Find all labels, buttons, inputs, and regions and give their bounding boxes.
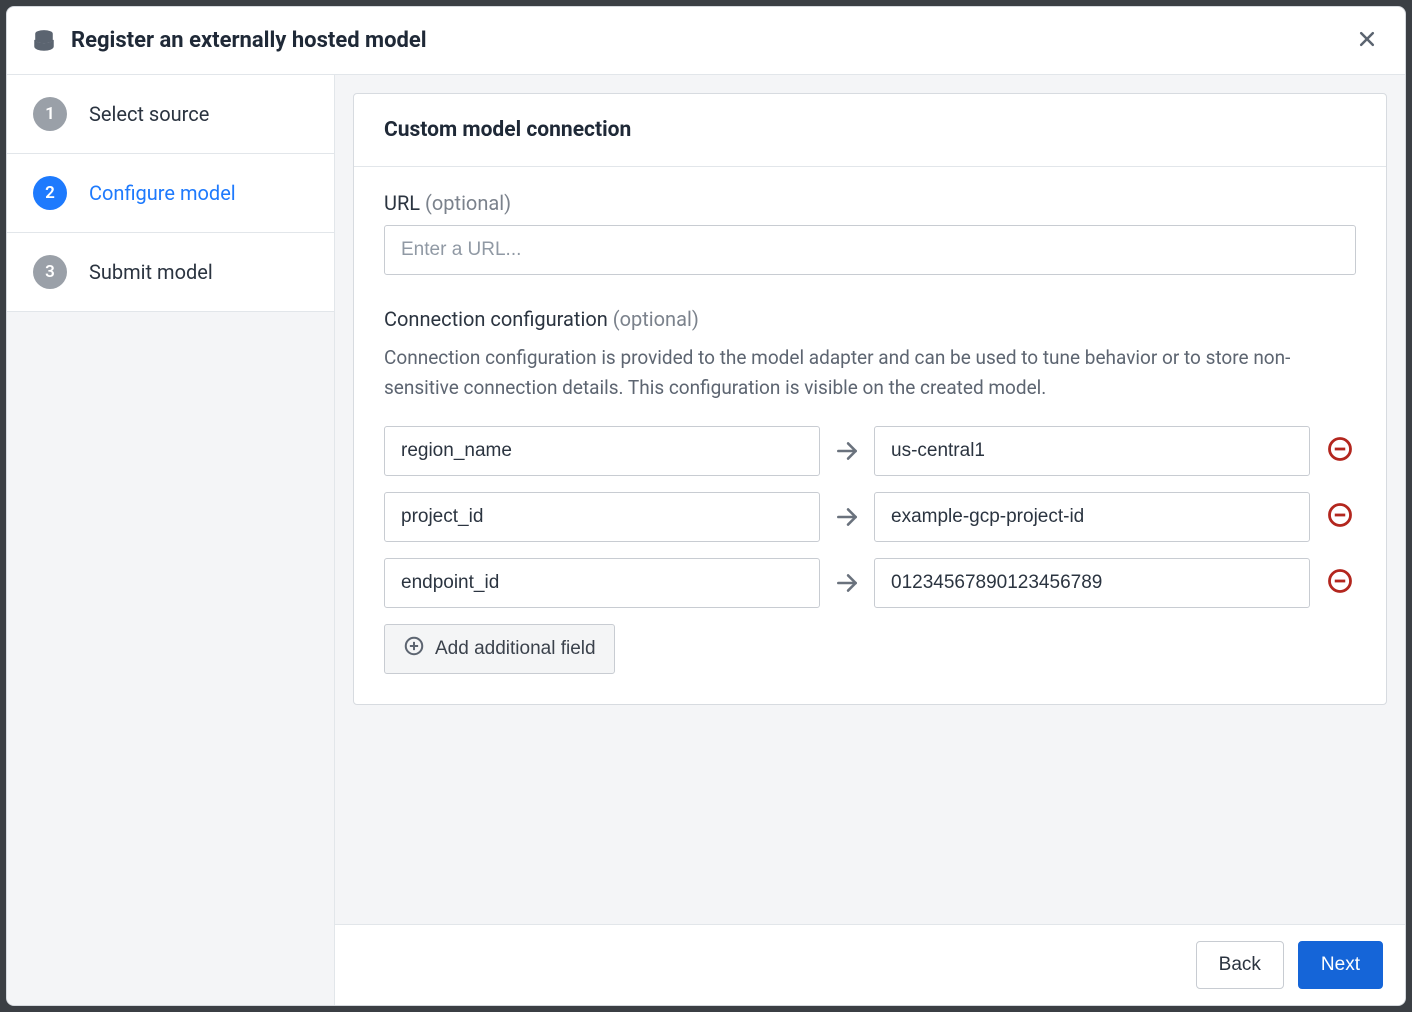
dialog-header: Register an externally hosted model xyxy=(7,7,1405,75)
config-help-text: Connection configuration is provided to … xyxy=(384,343,1356,404)
back-button[interactable]: Back xyxy=(1196,941,1284,989)
add-field-label: Add additional field xyxy=(435,638,596,660)
config-value-input[interactable] xyxy=(874,492,1310,542)
config-key-input[interactable] xyxy=(384,492,820,542)
card-header: Custom model connection xyxy=(354,94,1386,167)
remove-circle-icon xyxy=(1326,567,1354,598)
plus-circle-icon xyxy=(403,635,425,663)
arrow-right-icon xyxy=(834,570,860,596)
url-input[interactable] xyxy=(384,225,1356,275)
config-value-input[interactable] xyxy=(874,426,1310,476)
dialog-body: 1 Select source 2 Configure model 3 Subm… xyxy=(7,75,1405,1005)
arrow-right-icon xyxy=(834,438,860,464)
step-select-source[interactable]: 1 Select source xyxy=(7,75,334,154)
main-panel: Custom model connection URL (optional) C… xyxy=(335,75,1405,1005)
card-title: Custom model connection xyxy=(384,118,1356,142)
main-scroll: Custom model connection URL (optional) C… xyxy=(335,75,1405,924)
connection-config-section: Connection configuration (optional) Conn… xyxy=(384,307,1356,674)
url-label-row: URL (optional) xyxy=(384,191,1356,215)
close-button[interactable] xyxy=(1353,25,1381,56)
register-model-dialog: Register an externally hosted model 1 Se… xyxy=(6,6,1406,1006)
url-label: URL xyxy=(384,191,420,215)
step-label: Submit model xyxy=(89,260,213,284)
step-label: Select source xyxy=(89,102,209,126)
config-value-input[interactable] xyxy=(874,558,1310,608)
step-number-badge: 1 xyxy=(33,97,67,131)
config-key-input[interactable] xyxy=(384,426,820,476)
step-number-badge: 2 xyxy=(33,176,67,210)
step-configure-model[interactable]: 2 Configure model xyxy=(7,154,334,233)
config-label-row: Connection configuration (optional) xyxy=(384,307,1356,331)
config-label: Connection configuration xyxy=(384,307,608,331)
step-label: Configure model xyxy=(89,181,236,205)
remove-row-button[interactable] xyxy=(1324,565,1356,600)
url-optional: (optional) xyxy=(425,191,511,215)
wizard-sidebar: 1 Select source 2 Configure model 3 Subm… xyxy=(7,75,335,1005)
close-icon xyxy=(1357,29,1377,52)
step-number-badge: 3 xyxy=(33,255,67,289)
card-body: URL (optional) Connection configuration … xyxy=(354,167,1386,704)
remove-circle-icon xyxy=(1326,501,1354,532)
dialog-title: Register an externally hosted model xyxy=(71,28,1353,53)
config-key-input[interactable] xyxy=(384,558,820,608)
remove-circle-icon xyxy=(1326,435,1354,466)
dialog-footer: Back Next xyxy=(335,924,1405,1005)
step-submit-model[interactable]: 3 Submit model xyxy=(7,233,334,312)
config-row xyxy=(384,558,1356,608)
config-row xyxy=(384,426,1356,476)
remove-row-button[interactable] xyxy=(1324,499,1356,534)
add-field-button[interactable]: Add additional field xyxy=(384,624,615,674)
config-row xyxy=(384,492,1356,542)
arrow-right-icon xyxy=(834,504,860,530)
connection-card: Custom model connection URL (optional) C… xyxy=(353,93,1387,705)
config-optional: (optional) xyxy=(613,307,699,331)
next-button[interactable]: Next xyxy=(1298,941,1383,989)
database-icon xyxy=(31,28,57,54)
remove-row-button[interactable] xyxy=(1324,433,1356,468)
